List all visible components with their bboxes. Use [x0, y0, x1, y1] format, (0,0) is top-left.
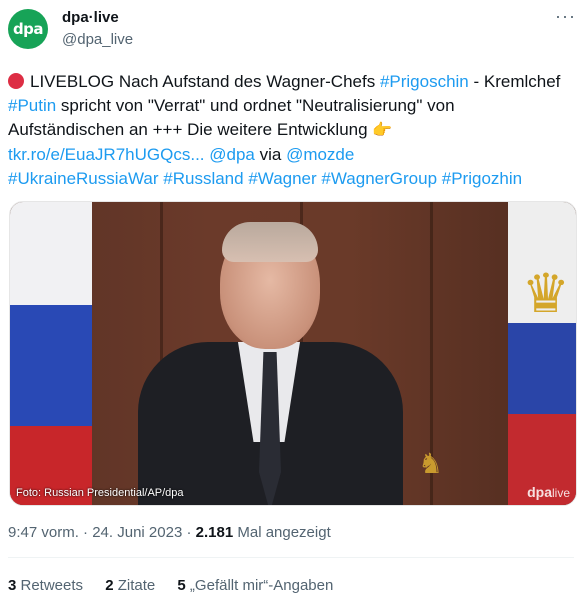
- author-name[interactable]: dpa·live: [62, 9, 119, 26]
- hashtag-putin[interactable]: #Putin: [8, 96, 56, 115]
- pointing-hand-icon: 👉: [372, 122, 393, 139]
- hashtag-wagner[interactable]: #Wagner: [248, 169, 316, 188]
- tweet-stats: 3 Retweets 2 Zitate 5 „Gefällt mir“-Anga…: [8, 577, 351, 594]
- views-count: 2.181: [195, 524, 234, 541]
- tweet: dpa dpa·live @dpa_live ··· LIVEBLOG Nach…: [0, 0, 586, 598]
- likes-stat[interactable]: 5 „Gefällt mir“-Angaben: [177, 577, 333, 594]
- presidential-standard: [508, 202, 576, 505]
- dpa-live-watermark: dpalive: [527, 484, 570, 500]
- separator: ·: [78, 524, 93, 541]
- hashtag-wagnergroup[interactable]: #WagnerGroup: [321, 169, 437, 188]
- text-segment: LIVEBLOG Nach Aufstand des Wagner-Chefs: [30, 72, 380, 91]
- divider: [8, 557, 574, 558]
- mention-dpa[interactable]: @dpa: [209, 145, 255, 164]
- tweet-photo[interactable]: ♛ ♞ Foto: Russian Presidential/AP/dpa dp…: [9, 201, 577, 506]
- article-link[interactable]: tkr.ro/e/EuaJR7hUGQcs...: [8, 145, 205, 164]
- eagle-emblem-icon: ♛: [521, 264, 570, 324]
- red-circle-icon: [8, 73, 24, 89]
- mention-mozde[interactable]: @mozde: [286, 145, 354, 164]
- hashtag-russland[interactable]: #Russland: [163, 169, 243, 188]
- desk-eagle-icon: ♞: [418, 448, 444, 479]
- text-segment: via: [254, 145, 287, 164]
- russian-flag: [10, 202, 92, 505]
- views-label: Mal angezeigt: [233, 524, 331, 541]
- tweet-text: LIVEBLOG Nach Aufstand des Wagner-Chefs …: [8, 70, 573, 191]
- tweet-meta: 9:47 vorm. · 24. Juni 2023 · 2.181 Mal a…: [8, 524, 331, 541]
- separator: ·: [182, 524, 196, 541]
- quotes-stat[interactable]: 2 Zitate: [105, 577, 155, 594]
- tweet-date[interactable]: 24. Juni 2023: [92, 524, 182, 541]
- tweet-time[interactable]: 9:47 vorm.: [8, 524, 79, 541]
- photo-credit: Foto: Russian Presidential/AP/dpa: [16, 487, 184, 499]
- hashtag-ukrainerussiawar[interactable]: #UkraineRussiaWar: [8, 169, 159, 188]
- avatar[interactable]: dpa: [8, 9, 48, 49]
- speaker-hair: [222, 222, 318, 262]
- hashtag-prigozhin[interactable]: #Prigozhin: [442, 169, 522, 188]
- retweets-stat[interactable]: 3 Retweets: [8, 577, 83, 594]
- text-segment: - Kremlchef: [468, 72, 561, 91]
- author-handle[interactable]: @dpa_live: [62, 31, 133, 48]
- more-options-icon[interactable]: ···: [555, 6, 576, 27]
- hashtag-prigoschin[interactable]: #Prigoschin: [380, 72, 469, 91]
